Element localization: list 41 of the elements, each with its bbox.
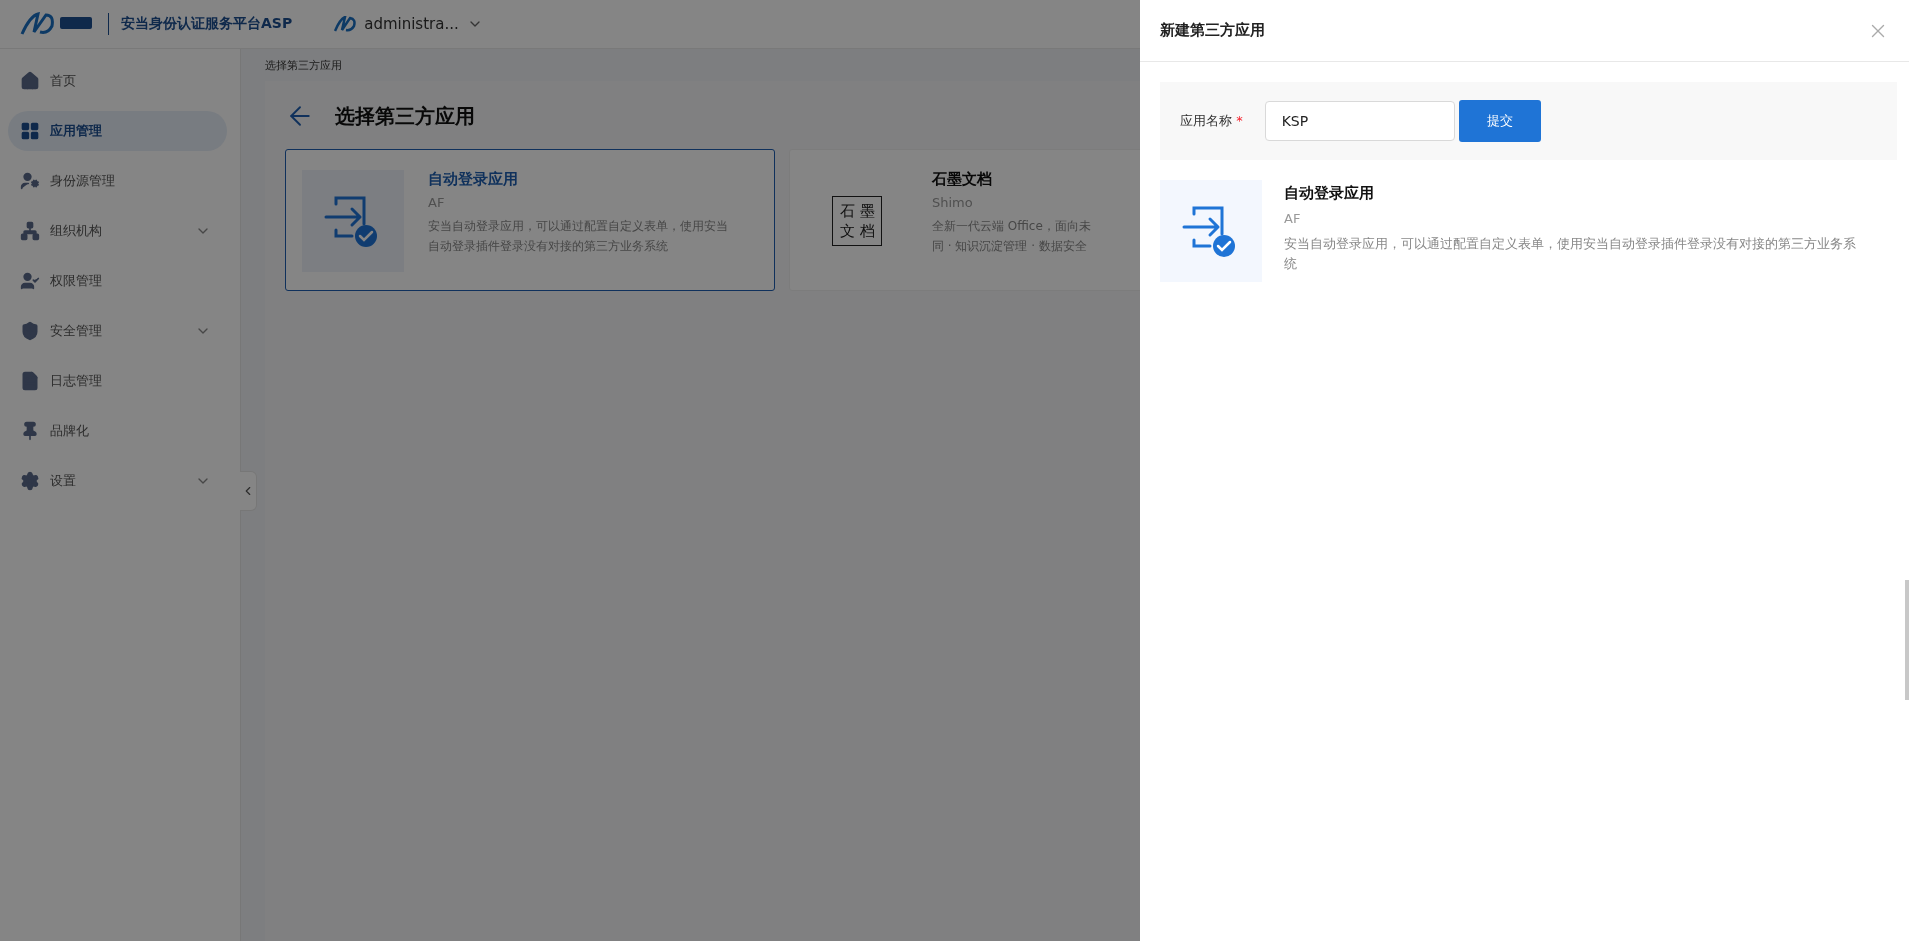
sidebar-item[interactable]: 设置 <box>8 461 227 501</box>
sidebar-label: 日志管理 <box>50 372 103 390</box>
page-title: 选择第三方应用 <box>335 102 475 130</box>
field-label: 应用名称 * <box>1180 112 1243 130</box>
app-title: 自动登录应用 <box>1284 184 1375 203</box>
sidebar-label: 应用管理 <box>50 122 103 140</box>
collapse-button[interactable] <box>240 471 257 511</box>
permission-icon <box>20 271 40 291</box>
security-icon <box>20 321 40 341</box>
app-logo: 石 墨 文 档 <box>832 196 882 246</box>
sidebar-label: 身份源管理 <box>50 172 116 190</box>
app-title: 自动登录应用 <box>428 170 519 189</box>
log-icon <box>20 371 40 391</box>
sidebar-item[interactable]: 权限管理 <box>8 261 227 301</box>
sidebar-item[interactable]: 品牌化 <box>8 411 227 451</box>
user-menu[interactable]: administra... <box>334 15 483 33</box>
sidebar-label: 权限管理 <box>50 272 103 290</box>
app-title: 石墨文档 <box>932 170 993 189</box>
submit-button[interactable]: 提交 <box>1458 100 1541 142</box>
brand-icon <box>20 421 40 441</box>
home-icon <box>20 71 40 91</box>
sidebar-label: 组织机构 <box>50 222 103 240</box>
sidebar-label: 首页 <box>50 72 77 90</box>
sidebar-label: 设置 <box>50 472 77 490</box>
sidebar-item[interactable]: 身份源管理 <box>8 161 227 201</box>
identity-icon <box>20 171 40 191</box>
org-icon <box>20 221 40 241</box>
app-code: AF <box>1284 211 1302 226</box>
sidebar-label: 品牌化 <box>50 422 90 440</box>
app-description: 安当自动登录应用，可以通过配置自定义表单，使用安当自动登录插件登录没有对接的第三方业务系统 <box>1284 235 1857 273</box>
sidebar-item[interactable]: 应用管理 <box>8 111 227 151</box>
sidebar-item[interactable]: 首页 <box>8 61 227 101</box>
apps-icon <box>20 121 40 141</box>
user-logo-icon <box>334 16 357 32</box>
drawer-title: 新建第三方应用 <box>1160 21 1265 40</box>
sidebar-item[interactable]: 组织机构 <box>8 211 227 251</box>
sidebar-item[interactable]: 安全管理 <box>8 311 227 351</box>
product-name: 安当身份认证服务平台ASP <box>121 15 293 33</box>
sidebar-item[interactable]: 日志管理 <box>8 361 227 401</box>
sidebar-label: 安全管理 <box>50 322 103 340</box>
app-name-input[interactable]: KSP <box>1264 101 1455 141</box>
